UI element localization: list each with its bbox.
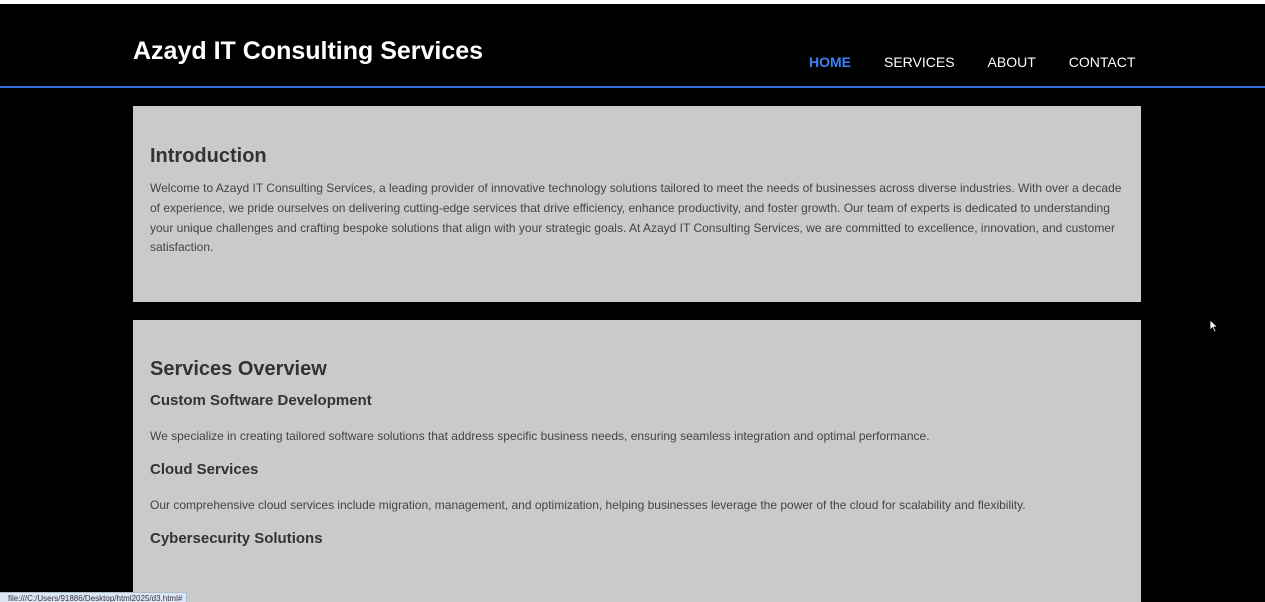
service-title: Custom Software Development [150,392,372,409]
introduction-section: Introduction Welcome to Azayd IT Consult… [133,106,1141,302]
introduction-title: Introduction [150,145,267,167]
service-description: We specialize in creating tailored softw… [150,429,930,443]
services-overview-section: Services Overview Custom Software Develo… [133,320,1141,602]
nav-about[interactable]: ABOUT [988,53,1036,71]
service-item-cloud: Cloud Services Our comprehensive cloud s… [150,461,1124,516]
nav-services[interactable]: SERVICES [884,53,955,71]
nav-home[interactable]: HOME [809,53,851,71]
site-brand[interactable]: Azayd IT Consulting Services [133,36,483,66]
service-item-custom-software: Custom Software Development We specializ… [150,392,1124,447]
service-description: Our comprehensive cloud services include… [150,497,1026,512]
service-item-cybersecurity: Cybersecurity Solutions [150,530,1124,548]
status-bar-url: file:///C:/Users/91886/Desktop/html2025/… [0,592,188,602]
browser-viewport: Azayd IT Consulting Services HOME SERVIC… [0,0,1265,602]
main-nav: HOME SERVICES ABOUT CONTACT [809,53,1168,71]
introduction-text: Welcome to Azayd IT Consulting Services,… [150,181,1122,255]
service-title: Cybersecurity Solutions [150,529,323,547]
mouse-pointer-icon [1209,319,1219,333]
services-overview-title: Services Overview [150,358,327,380]
nav-contact[interactable]: CONTACT [1069,53,1136,71]
service-title: Cloud Services [150,460,259,478]
site-header: Azayd IT Consulting Services HOME SERVIC… [0,4,1265,88]
